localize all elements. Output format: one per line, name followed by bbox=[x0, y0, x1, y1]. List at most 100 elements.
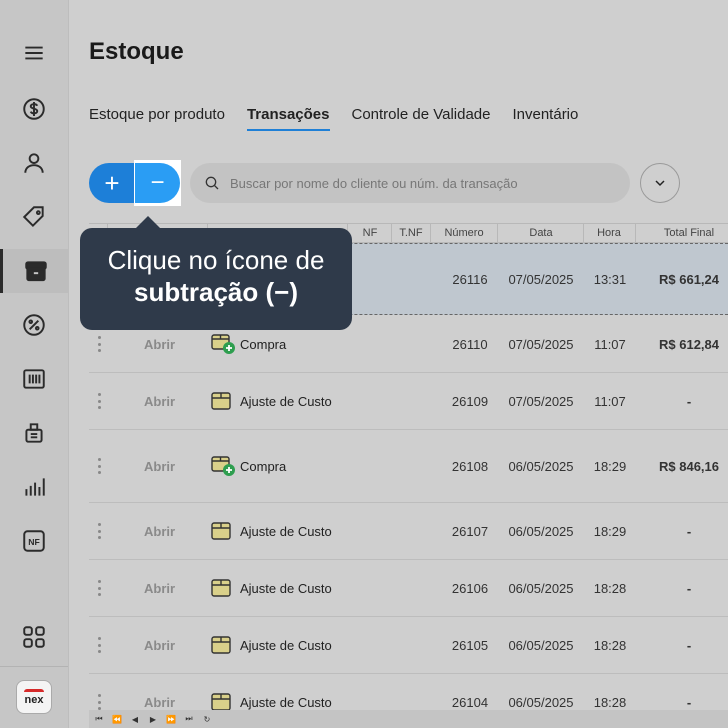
pager-next-button[interactable]: ▶ bbox=[145, 712, 161, 726]
pager-prev-button[interactable]: ◀ bbox=[127, 712, 143, 726]
row-numero: 26107 bbox=[451, 524, 489, 539]
open-link[interactable]: Abrir bbox=[144, 695, 175, 710]
subtract-button[interactable]: − bbox=[135, 163, 180, 203]
table-row[interactable]: Abrir Ajuste de Custo 26107 06/05/2025 1… bbox=[89, 503, 728, 560]
tab-inventario[interactable]: Inventário bbox=[512, 106, 578, 131]
discount-icon[interactable] bbox=[0, 303, 68, 347]
add-button[interactable]: + bbox=[89, 163, 135, 203]
row-menu-icon[interactable] bbox=[97, 393, 101, 409]
row-total: - bbox=[686, 524, 692, 539]
expand-filters-button[interactable] bbox=[640, 163, 680, 203]
table-row[interactable]: Abrir Ajuste de Custo 26109 07/05/2025 1… bbox=[89, 373, 728, 430]
row-numero: 26105 bbox=[451, 638, 489, 653]
open-link[interactable]: Abrir bbox=[144, 394, 175, 409]
purchase-box-icon bbox=[211, 456, 235, 476]
table-row[interactable]: Abrir Ajuste de Custo 26106 06/05/2025 1… bbox=[89, 560, 728, 617]
row-data: 06/05/2025 bbox=[508, 638, 574, 653]
tooltip-line1: Clique no ícone de bbox=[107, 245, 325, 275]
row-numero: 26106 bbox=[451, 581, 489, 596]
main-content: Estoque Estoque por produto Transações C… bbox=[69, 0, 728, 728]
row-type: Ajuste de Custo bbox=[240, 394, 332, 409]
tag-icon[interactable] bbox=[0, 195, 68, 239]
search-input[interactable] bbox=[230, 175, 610, 191]
tab-transacoes[interactable]: Transações bbox=[246, 106, 330, 131]
row-hora: 18:28 bbox=[593, 581, 627, 596]
pager-first-button[interactable]: ⏮ bbox=[91, 712, 107, 726]
row-menu-icon[interactable] bbox=[97, 458, 101, 474]
col-tnf[interactable]: T.NF bbox=[393, 227, 429, 239]
pager: ⏮ ⏪ ◀ ▶ ⏩ ⏭ ↻ bbox=[89, 710, 728, 728]
dollar-icon[interactable] bbox=[0, 87, 68, 131]
row-type: Compra bbox=[240, 459, 287, 474]
row-data: 06/05/2025 bbox=[508, 581, 574, 596]
logo-text: nex bbox=[24, 693, 44, 706]
row-menu-icon[interactable] bbox=[97, 694, 101, 710]
row-menu-icon[interactable] bbox=[97, 523, 101, 539]
row-total: R$ 612,84 bbox=[659, 337, 719, 352]
row-hora: 18:29 bbox=[593, 459, 627, 474]
row-data: 06/05/2025 bbox=[508, 524, 574, 539]
row-hora: 18:29 bbox=[593, 524, 627, 539]
adjust-box-icon bbox=[211, 636, 231, 654]
table-row[interactable]: Abrir Ajuste de Custo 26104 06/05/2025 1… bbox=[89, 674, 728, 710]
row-type: Ajuste de Custo bbox=[240, 524, 332, 539]
col-nf[interactable]: NF bbox=[357, 227, 383, 239]
col-numero[interactable]: Número bbox=[431, 227, 497, 239]
row-data: 06/05/2025 bbox=[508, 695, 574, 710]
nex-logo[interactable]: nex bbox=[16, 680, 52, 714]
adjust-box-icon bbox=[211, 693, 231, 710]
open-link[interactable]: Abrir bbox=[144, 524, 175, 539]
row-menu-icon[interactable] bbox=[97, 336, 101, 352]
page-title: Estoque bbox=[89, 38, 184, 65]
row-total: R$ 661,24 bbox=[659, 272, 719, 287]
pager-prev-page-button[interactable]: ⏪ bbox=[109, 712, 125, 726]
row-menu-icon[interactable] bbox=[97, 580, 101, 596]
tab-controle-de-validade[interactable]: Controle de Validade bbox=[352, 106, 491, 131]
row-total: R$ 846,16 bbox=[659, 459, 719, 474]
sidebar: NF nex bbox=[0, 0, 69, 728]
row-type: Ajuste de Custo bbox=[240, 581, 332, 596]
adjust-box-icon bbox=[211, 392, 231, 410]
row-numero: 26116 bbox=[452, 272, 488, 287]
row-hora: 18:28 bbox=[593, 638, 627, 653]
search-bar[interactable] bbox=[190, 163, 630, 203]
search-icon bbox=[205, 176, 219, 190]
col-total-final[interactable]: Total Final bbox=[637, 227, 728, 239]
apps-grid-icon[interactable] bbox=[0, 615, 68, 659]
row-type: Compra bbox=[240, 337, 287, 352]
col-hora[interactable]: Hora bbox=[583, 227, 635, 239]
pager-next-page-button[interactable]: ⏩ bbox=[163, 712, 179, 726]
sidebar-divider bbox=[0, 666, 68, 667]
register-icon[interactable] bbox=[0, 411, 68, 455]
purchase-box-icon bbox=[211, 334, 235, 354]
tabs: Estoque por produto Transações Controle … bbox=[89, 106, 578, 131]
row-menu-icon[interactable] bbox=[97, 637, 101, 653]
barcode-icon[interactable] bbox=[0, 357, 68, 401]
row-data: 06/05/2025 bbox=[508, 459, 574, 474]
table-row[interactable]: Abrir Compra 26108 06/05/2025 18:29 R$ 8… bbox=[89, 430, 728, 503]
row-numero: 26110 bbox=[452, 337, 488, 352]
pager-refresh-button[interactable]: ↻ bbox=[199, 712, 215, 726]
nf-icon[interactable]: NF bbox=[0, 519, 68, 563]
menu-icon[interactable] bbox=[0, 31, 68, 75]
row-data: 07/05/2025 bbox=[508, 394, 574, 409]
open-link[interactable]: Abrir bbox=[144, 638, 175, 653]
row-hora: 13:31 bbox=[593, 272, 627, 287]
open-link[interactable]: Abrir bbox=[144, 459, 175, 474]
row-total: - bbox=[686, 581, 692, 596]
row-type: Ajuste de Custo bbox=[240, 695, 332, 710]
box-icon[interactable] bbox=[0, 249, 68, 293]
bar-chart-icon[interactable] bbox=[0, 465, 68, 509]
open-link[interactable]: Abrir bbox=[144, 581, 175, 596]
tab-estoque-por-produto[interactable]: Estoque por produto bbox=[89, 106, 225, 131]
row-type: Ajuste de Custo bbox=[240, 638, 332, 653]
open-link[interactable]: Abrir bbox=[144, 337, 175, 352]
row-hora: 18:28 bbox=[593, 695, 627, 710]
user-icon[interactable] bbox=[0, 141, 68, 185]
table-row[interactable]: Abrir Ajuste de Custo 26105 06/05/2025 1… bbox=[89, 617, 728, 674]
row-hora: 11:07 bbox=[594, 394, 626, 409]
pager-last-button[interactable]: ⏭ bbox=[181, 712, 197, 726]
adjust-box-icon bbox=[211, 522, 231, 540]
col-data[interactable]: Data bbox=[499, 227, 583, 239]
row-numero: 26109 bbox=[451, 394, 489, 409]
